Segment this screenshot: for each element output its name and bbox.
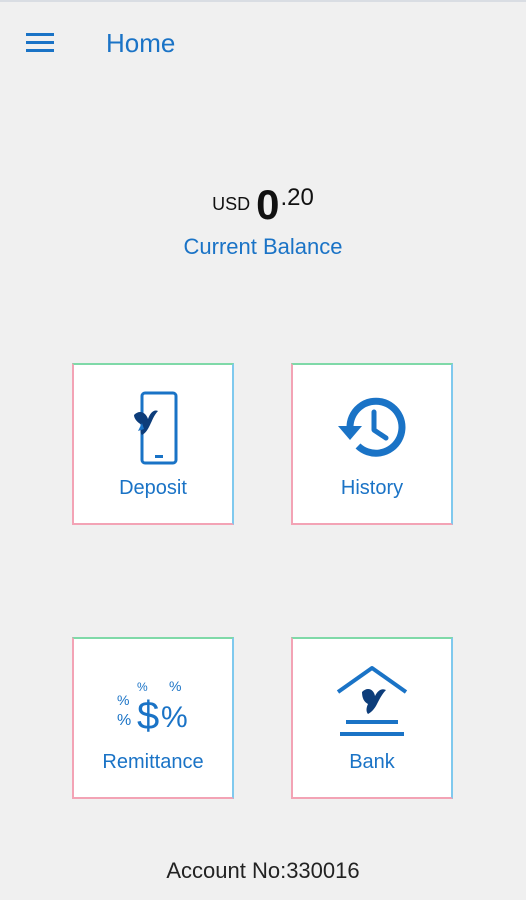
history-tile[interactable]: History [291,363,453,525]
phone-bird-icon [134,391,178,465]
balance-decimal: .20 [280,184,314,211]
tile-icon-wrap [293,387,451,469]
balance-currency: USD [212,194,251,214]
history-clock-icon [338,397,406,457]
balance-integer: 0 [256,181,280,228]
history-label: History [340,477,404,499]
dollar-percent-icon: % % % % $ % [117,678,188,737]
svg-text:$: $ [137,694,159,737]
svg-text:%: % [117,692,129,708]
page-title: Home [106,28,176,58]
bank-tile[interactable]: Bank [291,637,453,799]
top-divider [0,0,526,2]
svg-text:%: % [137,680,148,694]
svg-text:%: % [169,678,181,694]
current-balance-label: Current Balance [183,234,343,259]
deposit-tile[interactable]: Deposit [72,363,234,525]
svg-text:%: % [161,701,188,734]
tile-icon-wrap: % % % % $ % [74,661,232,743]
balance-display: USD 0 .20 [0,178,526,232]
bank-bird-icon [336,666,408,736]
menu-button[interactable] [18,24,64,60]
hamburger-menu-icon [26,33,54,52]
tile-icon-wrap [293,661,451,743]
remittance-tile[interactable]: % % % % $ % Remittance [72,637,234,799]
tile-icon-wrap [74,387,232,469]
bank-label: Bank [349,751,395,773]
svg-text:%: % [117,712,131,729]
deposit-label: Deposit [119,477,187,499]
remittance-label: Remittance [102,751,204,773]
account-number: Account No:330016 [166,858,360,883]
